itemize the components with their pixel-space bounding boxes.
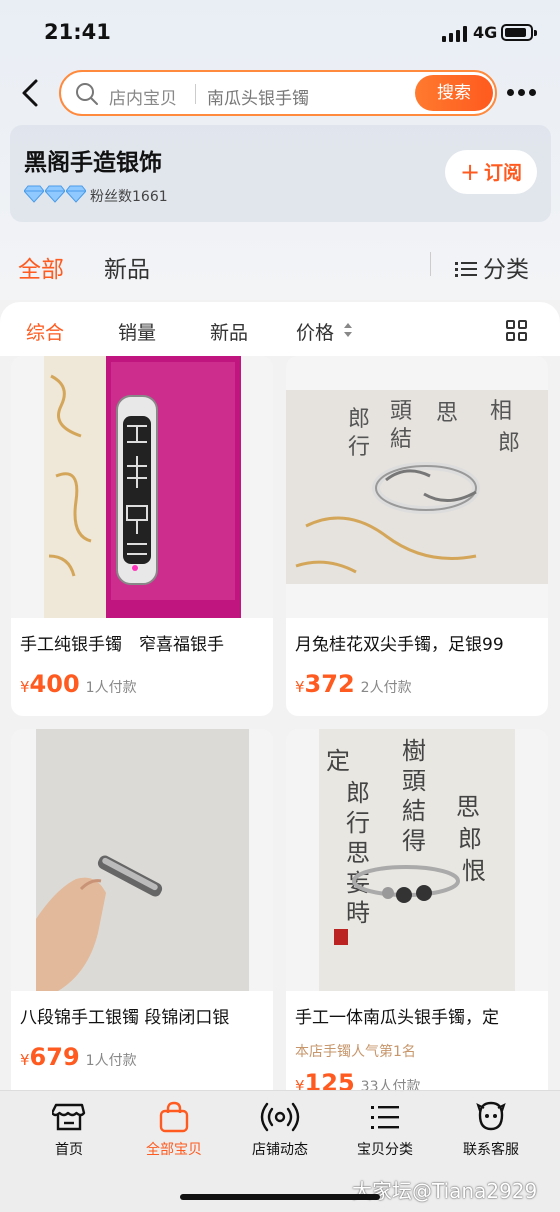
svg-text:郎: 郎	[498, 431, 520, 456]
svg-text:思: 思	[436, 401, 458, 426]
battery-icon	[501, 24, 537, 41]
product-card[interactable]: 八段锦手工银镯 段锦闭口银 ¥679 1人付款	[11, 729, 273, 1109]
more-icon[interactable]	[507, 88, 537, 98]
watermark-text: 大家坛@Tiana2929	[352, 1179, 538, 1203]
home-indicator[interactable]	[180, 1194, 380, 1200]
list-icon	[371, 1106, 399, 1129]
network-label: 4G	[473, 23, 498, 42]
svg-text:得: 得	[402, 827, 426, 855]
svg-text:郎: 郎	[348, 407, 370, 432]
sort-comprehensive[interactable]: 综合	[26, 318, 64, 345]
fans-count: 粉丝数1661	[90, 189, 168, 205]
product-title[interactable]: 手工一体南瓜头银手镯，定	[295, 1003, 545, 1028]
tab-divider	[430, 252, 431, 276]
product-title[interactable]: 手工纯银手镯 窄喜福银手	[20, 630, 270, 655]
sort-new[interactable]: 新品	[210, 318, 248, 345]
product-image[interactable]: 定郎行思妄時 樹頭結得 思郎恨	[286, 729, 548, 991]
sort-bar: 综合 销量 新品 价格	[0, 302, 560, 356]
svg-text:行: 行	[346, 809, 370, 837]
product-price-row: ¥400 1人付款	[20, 670, 137, 698]
product-image[interactable]	[11, 729, 273, 991]
product-title[interactable]: 月兔桂花双尖手镯，足银99	[295, 630, 545, 655]
product-card[interactable]: 郎行頭結思相郎 月兔桂花双尖手镯，足银99 ¥372 2人付款	[286, 356, 548, 716]
service-face-icon	[476, 1101, 506, 1131]
svg-text:時: 時	[346, 899, 370, 927]
tab-item-category-label: 宝贝分类	[357, 1142, 413, 1158]
tab-shop-feed[interactable]: 店铺动态	[225, 1101, 335, 1161]
search-placeholder: 店内宝贝	[109, 89, 177, 109]
product-price: 679	[29, 1043, 80, 1071]
svg-text:頭: 頭	[390, 399, 412, 424]
tab-home[interactable]: 首页	[14, 1101, 124, 1161]
tab-all-items[interactable]: 全部宝贝	[119, 1101, 229, 1161]
tab-all-items-label: 全部宝贝	[146, 1142, 202, 1158]
status-time: 21:41	[44, 20, 111, 44]
tab-home-label: 首页	[55, 1142, 83, 1158]
product-card[interactable]: 手工纯银手镯 窄喜福银手 ¥400 1人付款	[11, 356, 273, 716]
shop-name: 黑阁手造银饰	[24, 150, 162, 176]
signal-icon	[442, 26, 468, 42]
list-icon	[455, 260, 477, 278]
tab-new[interactable]: 新品	[104, 250, 150, 284]
back-arrow-icon[interactable]	[18, 76, 46, 110]
svg-text:行: 行	[348, 435, 370, 460]
search-query: 南瓜头银手镯	[207, 89, 309, 109]
tab-category-label: 分类	[483, 257, 529, 283]
tab-customer-service[interactable]: 联系客服	[436, 1101, 546, 1161]
product-price-row: ¥679 1人付款	[20, 1043, 137, 1071]
rank-badge: 本店手镯人气第1名	[295, 1044, 416, 1060]
shop-level-badge	[24, 185, 94, 203]
tab-item-category[interactable]: 宝贝分类	[330, 1101, 440, 1161]
svg-text:相: 相	[490, 399, 512, 424]
sort-price[interactable]: 价格	[296, 318, 334, 345]
tab-shop-feed-label: 店铺动态	[252, 1142, 308, 1158]
shop-header[interactable]: 黑阁手造银饰 粉丝数1661 + 订阅	[10, 125, 551, 222]
shop-tabs: 全部 新品 分类	[0, 240, 560, 290]
product-image[interactable]: 郎行頭結思相郎	[286, 356, 548, 618]
shop-home-icon	[52, 1103, 86, 1131]
svg-text:定: 定	[326, 747, 350, 775]
svg-text:樹: 樹	[402, 737, 426, 765]
grid-view-icon[interactable]	[506, 320, 528, 342]
currency-symbol: ¥	[20, 678, 30, 696]
diamond-icon	[45, 185, 65, 203]
currency-symbol: ¥	[20, 1051, 30, 1069]
tab-all[interactable]: 全部	[18, 250, 64, 284]
svg-text:恨: 恨	[462, 857, 486, 885]
sold-count: 1人付款	[85, 1053, 137, 1069]
diamond-icon	[24, 185, 44, 203]
svg-text:思: 思	[346, 839, 370, 867]
svg-text:頭: 頭	[402, 767, 426, 795]
sort-sales[interactable]: 销量	[118, 318, 156, 345]
broadcast-icon	[260, 1102, 300, 1132]
svg-text:結: 結	[402, 797, 426, 825]
plus-icon: +	[459, 158, 481, 186]
svg-text:郎: 郎	[346, 779, 370, 807]
product-title[interactable]: 八段锦手工银镯 段锦闭口银	[20, 1003, 270, 1028]
shopping-bag-icon	[159, 1101, 189, 1133]
product-card[interactable]: 定郎行思妄時 樹頭結得 思郎恨 手工一体南瓜头银手镯，定 本店手镯人气第1名 ¥…	[286, 729, 548, 1109]
status-bar: 21:41 4G	[0, 0, 560, 64]
search-button[interactable]: 搜索	[415, 75, 493, 111]
product-price: 372	[304, 670, 355, 698]
product-price-row: ¥372 2人付款	[295, 670, 412, 698]
svg-text:結: 結	[390, 427, 412, 452]
product-image[interactable]	[11, 356, 273, 618]
sort-arrows-icon	[344, 323, 352, 337]
subscribe-button[interactable]: + 订阅	[445, 150, 537, 194]
sold-count: 2人付款	[360, 680, 412, 696]
currency-symbol: ¥	[295, 678, 305, 696]
svg-text:思: 思	[456, 793, 480, 821]
svg-text:郎: 郎	[458, 825, 482, 853]
tab-category[interactable]: 分类	[455, 250, 529, 284]
search-icon	[76, 83, 98, 105]
search-divider	[195, 84, 196, 104]
tab-customer-service-label: 联系客服	[463, 1142, 519, 1158]
diamond-icon	[66, 185, 86, 203]
search-input[interactable]: 店内宝贝 南瓜头银手镯 搜索	[59, 70, 497, 116]
subscribe-label: 订阅	[484, 162, 523, 184]
sold-count: 1人付款	[85, 680, 137, 696]
product-price: 400	[29, 670, 80, 698]
